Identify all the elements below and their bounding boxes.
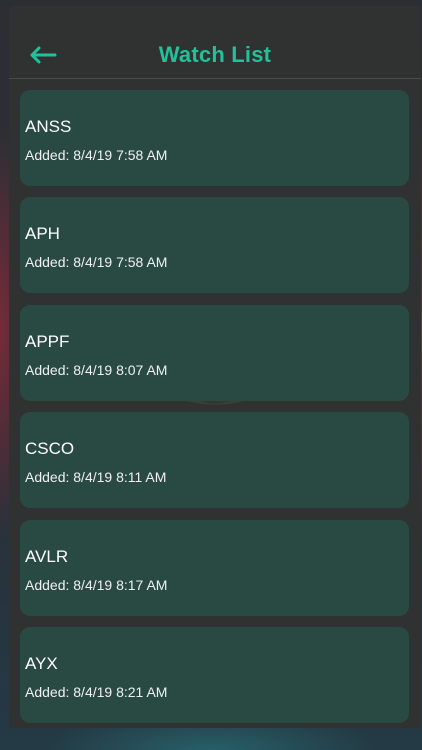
list-item[interactable]: ANSS Added: 8/4/19 7:58 AM — [20, 90, 409, 186]
list-item[interactable]: APPF Added: 8/4/19 8:07 AM — [20, 305, 409, 401]
list-item[interactable]: AYX Added: 8/4/19 8:21 AM — [20, 627, 409, 723]
added-timestamp: Added: 8/4/19 8:21 AM — [25, 684, 168, 700]
ticker-symbol: AVLR — [25, 547, 69, 566]
added-timestamp: Added: 8/4/19 8:07 AM — [25, 362, 168, 378]
added-timestamp: Added: 8/4/19 8:17 AM — [25, 577, 168, 593]
added-timestamp: Added: 8/4/19 7:58 AM — [25, 147, 168, 163]
ticker-symbol: ANSS — [25, 117, 72, 136]
watch-list-screen: Watch List ANSS Added: 8/4/19 7:58 AM AP… — [9, 6, 421, 728]
list-item[interactable]: AVLR Added: 8/4/19 8:17 AM — [20, 520, 409, 616]
watch-list: ANSS Added: 8/4/19 7:58 AM APH Added: 8/… — [9, 6, 421, 728]
list-item[interactable]: APH Added: 8/4/19 7:58 AM — [20, 197, 409, 293]
ticker-symbol: APH — [25, 224, 60, 243]
added-timestamp: Added: 8/4/19 8:11 AM — [25, 469, 167, 485]
added-timestamp: Added: 8/4/19 7:58 AM — [25, 254, 168, 270]
ticker-symbol: CSCO — [25, 439, 75, 458]
ticker-symbol: APPF — [25, 332, 70, 351]
ticker-symbol: AYX — [25, 654, 58, 673]
list-item[interactable]: CSCO Added: 8/4/19 8:11 AM — [20, 412, 409, 508]
